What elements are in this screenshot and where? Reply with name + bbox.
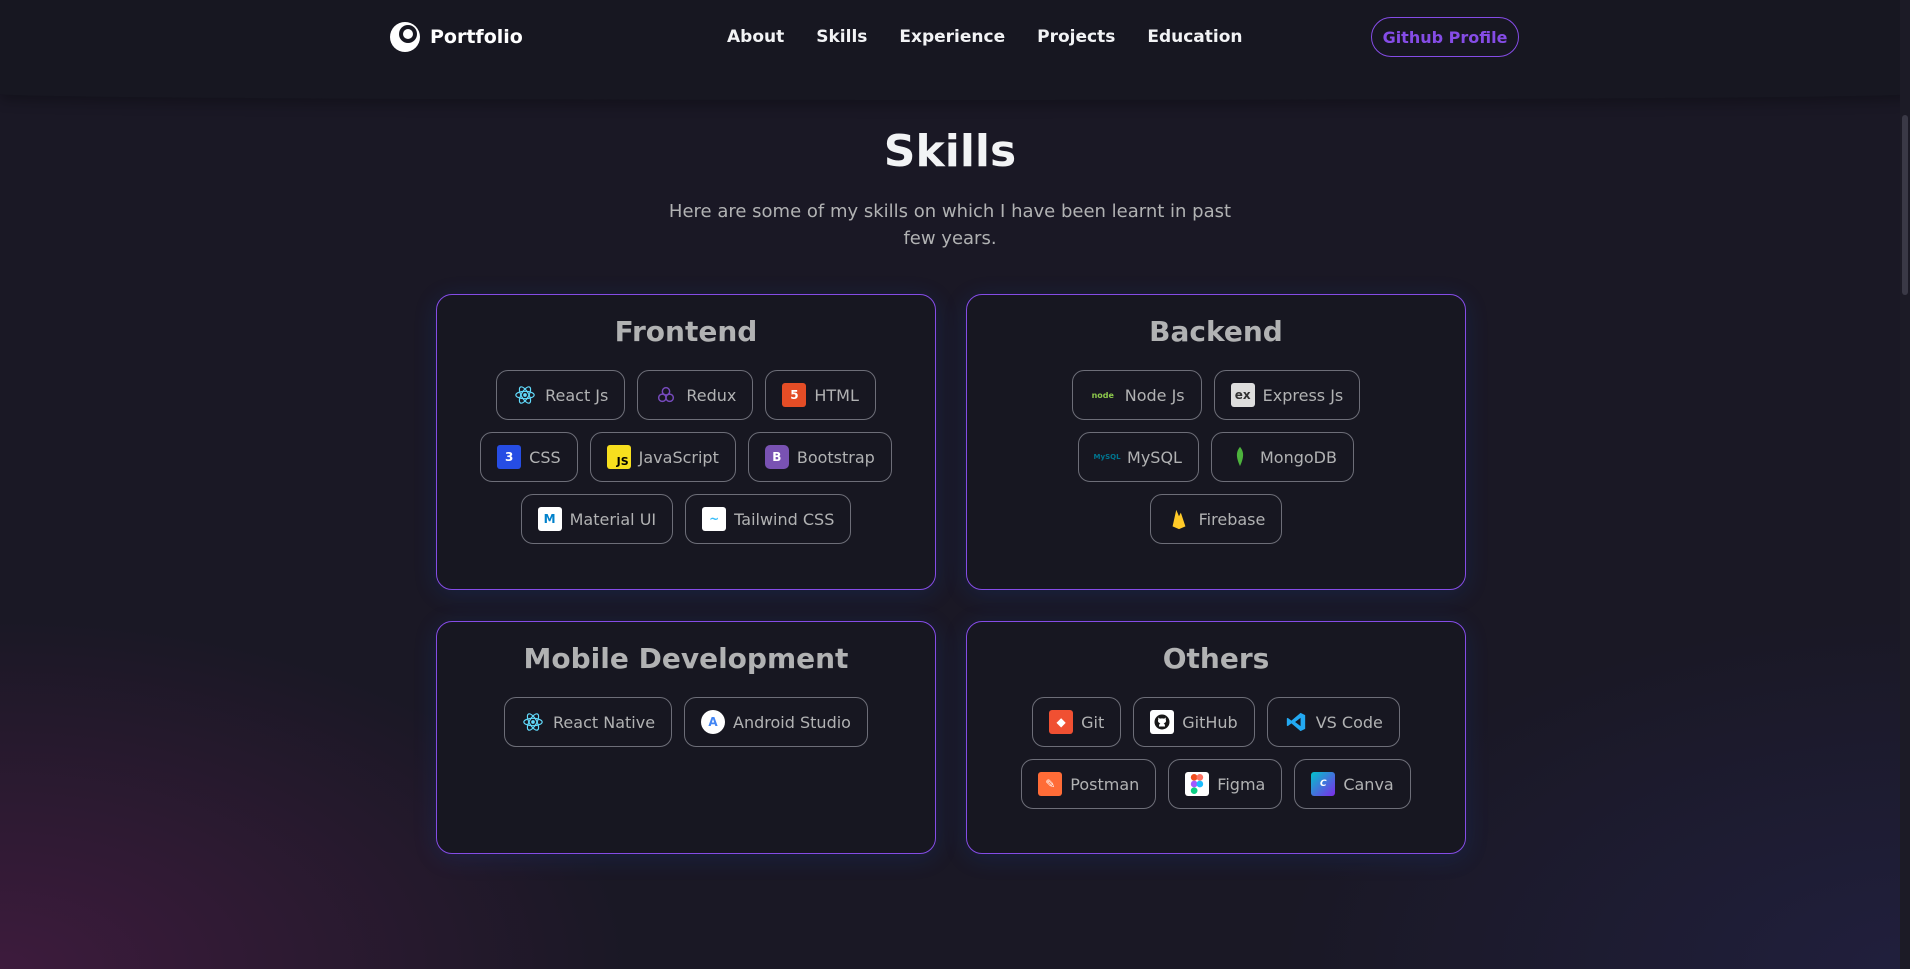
skill-chip[interactable]: Firebase xyxy=(1149,494,1283,544)
skill-name: Express Js xyxy=(1262,385,1344,405)
skill-name: JavaScript xyxy=(638,447,719,467)
scrollbar[interactable] xyxy=(1900,0,1910,969)
skill-list: React Native A Android Studio xyxy=(437,697,935,747)
skill-chip[interactable]: MongoDB xyxy=(1210,432,1354,482)
tailwind-icon: ~ xyxy=(702,507,727,531)
skill-name: Figma xyxy=(1217,774,1266,794)
logo-text: Portfolio xyxy=(430,26,523,48)
card-title: Mobile Development xyxy=(523,642,849,675)
skill-chip[interactable]: React Native xyxy=(504,697,673,747)
postman-icon: ✎ xyxy=(1038,772,1063,796)
nav-link-education[interactable]: Education xyxy=(1147,27,1242,47)
card-title: Others xyxy=(1162,642,1270,675)
section-description: Here are some of my skills on which I ha… xyxy=(668,201,1232,249)
skill-chip[interactable]: ~ Tailwind CSS xyxy=(685,494,852,544)
navbar: Portfolio About Skills Experience Projec… xyxy=(0,0,1910,100)
skill-name: Git xyxy=(1081,712,1105,732)
react-native-icon xyxy=(521,710,545,734)
skill-chip[interactable]: C Canva xyxy=(1294,759,1411,809)
mysql-icon: MySQL xyxy=(1093,453,1121,461)
css-icon: 3 xyxy=(497,445,522,469)
android-studio-icon: A xyxy=(701,710,726,734)
skill-card-backend: Backend node Node Js ex Express Js MySQL… xyxy=(966,294,1466,590)
react-icon xyxy=(513,383,537,407)
skill-name: GitHub xyxy=(1182,712,1238,732)
skill-name: HTML xyxy=(814,385,859,405)
skill-name: MySQL xyxy=(1127,447,1182,467)
skill-chip[interactable]: React Js xyxy=(496,370,626,420)
express-icon: ex xyxy=(1230,383,1255,407)
skill-name: MongoDB xyxy=(1259,447,1337,467)
skill-chip[interactable]: ✎ Postman xyxy=(1021,759,1157,809)
skill-list: ◆ Git GitHub VS Code ✎ Postman Figma C C… xyxy=(967,697,1465,809)
nav-link-projects[interactable]: Projects xyxy=(1037,27,1115,47)
card-title: Backend xyxy=(1149,315,1283,348)
skill-name: Bootstrap xyxy=(796,447,875,467)
skill-name: VS Code xyxy=(1315,712,1383,732)
skill-chip[interactable]: MySQL MySQL xyxy=(1078,432,1199,482)
skill-chip[interactable]: B Bootstrap xyxy=(747,432,892,482)
skill-name: Android Studio xyxy=(733,712,851,732)
nav-links: About Skills Experience Projects Educati… xyxy=(727,27,1243,47)
javascript-icon: JS xyxy=(606,445,631,469)
skill-card-frontend: Frontend React Js Redux 5 HTML 3 CSS JS … xyxy=(436,294,936,590)
html-icon: 5 xyxy=(782,383,807,407)
skill-card-mobile: Mobile Development React Native A Androi… xyxy=(436,621,936,854)
logo-icon xyxy=(388,20,422,54)
skill-chip[interactable]: Redux xyxy=(637,370,754,420)
skill-name: Canva xyxy=(1343,774,1394,794)
skill-chip[interactable]: ex Express Js xyxy=(1213,370,1361,420)
skill-chip[interactable]: 3 CSS xyxy=(480,432,578,482)
bootstrap-icon: B xyxy=(764,445,789,469)
canva-icon: C xyxy=(1311,772,1336,796)
skill-name: Tailwind CSS xyxy=(734,509,835,529)
skill-chip[interactable]: GitHub xyxy=(1133,697,1255,747)
redux-icon xyxy=(654,383,678,407)
git-icon: ◆ xyxy=(1049,710,1074,734)
nodejs-icon: node xyxy=(1091,390,1114,400)
scrollbar-thumb[interactable] xyxy=(1902,115,1908,295)
skill-chip[interactable]: Figma xyxy=(1168,759,1283,809)
skill-name: Firebase xyxy=(1198,509,1266,529)
figma-icon xyxy=(1185,772,1210,796)
skill-list: node Node Js ex Express Js MySQL MySQL M… xyxy=(967,370,1465,544)
skill-chip[interactable]: node Node Js xyxy=(1071,370,1202,420)
skill-card-others: Others ◆ Git GitHub VS Code ✎ Postman Fi… xyxy=(966,621,1466,854)
skill-name: Redux xyxy=(686,385,737,405)
nav-link-skills[interactable]: Skills xyxy=(816,27,867,47)
skill-chip[interactable]: JS JavaScript xyxy=(589,432,736,482)
skill-name: React Js xyxy=(545,385,609,405)
skill-chip[interactable]: A Android Studio xyxy=(684,697,868,747)
material-ui-icon: M xyxy=(537,507,562,531)
github-icon xyxy=(1150,710,1175,734)
github-profile-button[interactable]: Github Profile xyxy=(1371,17,1519,57)
section-title: Skills xyxy=(883,126,1017,177)
skill-chip[interactable]: M Material UI xyxy=(520,494,674,544)
skill-name: React Native xyxy=(553,712,656,732)
skill-chip[interactable]: 5 HTML xyxy=(765,370,876,420)
firebase-icon xyxy=(1167,507,1191,531)
nav-link-about[interactable]: About xyxy=(727,27,784,47)
vscode-icon xyxy=(1284,710,1308,734)
skill-name: Postman xyxy=(1070,774,1140,794)
logo[interactable]: Portfolio xyxy=(388,20,523,54)
skill-name: Node Js xyxy=(1124,385,1185,405)
skill-name: CSS xyxy=(529,447,561,467)
nav-link-experience[interactable]: Experience xyxy=(899,27,1005,47)
skill-list: React Js Redux 5 HTML 3 CSS JS JavaScrip… xyxy=(437,370,935,544)
card-title: Frontend xyxy=(614,315,758,348)
skill-name: Material UI xyxy=(569,509,657,529)
mongodb-icon xyxy=(1228,445,1252,469)
skill-chip[interactable]: VS Code xyxy=(1266,697,1400,747)
skill-chip[interactable]: ◆ Git xyxy=(1032,697,1122,747)
